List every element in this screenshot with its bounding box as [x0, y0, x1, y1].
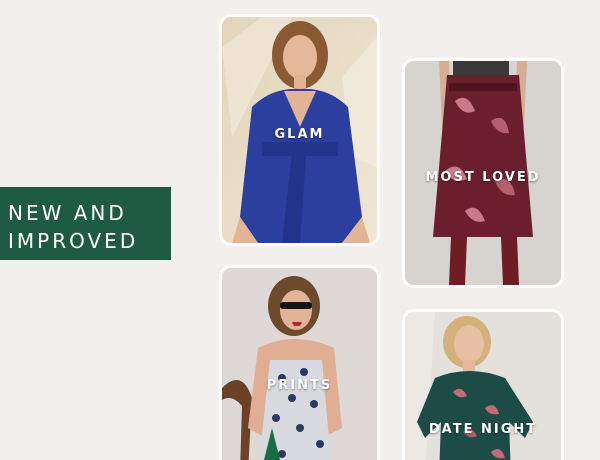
page: NEW AND IMPROVED GLAM MOST LOVED PRINTS …: [0, 0, 600, 460]
new-and-improved-banner[interactable]: NEW AND IMPROVED: [0, 187, 171, 260]
category-card-most-loved[interactable]: MOST LOVED: [402, 58, 564, 288]
category-label-glam: GLAM: [274, 127, 325, 142]
banner-line-2: IMPROVED: [8, 229, 139, 253]
date-night-photo: [405, 312, 561, 460]
banner-line-1: NEW AND: [8, 201, 127, 225]
category-label-prints: PRINTS: [266, 378, 333, 393]
category-card-prints[interactable]: PRINTS: [219, 265, 380, 460]
prints-photo: [222, 268, 377, 460]
category-card-date-night[interactable]: DATE NIGHT: [402, 309, 564, 460]
category-label-date-night: DATE NIGHT: [428, 422, 538, 437]
category-label-most-loved: MOST LOVED: [425, 170, 541, 185]
category-card-glam[interactable]: GLAM: [219, 14, 380, 246]
